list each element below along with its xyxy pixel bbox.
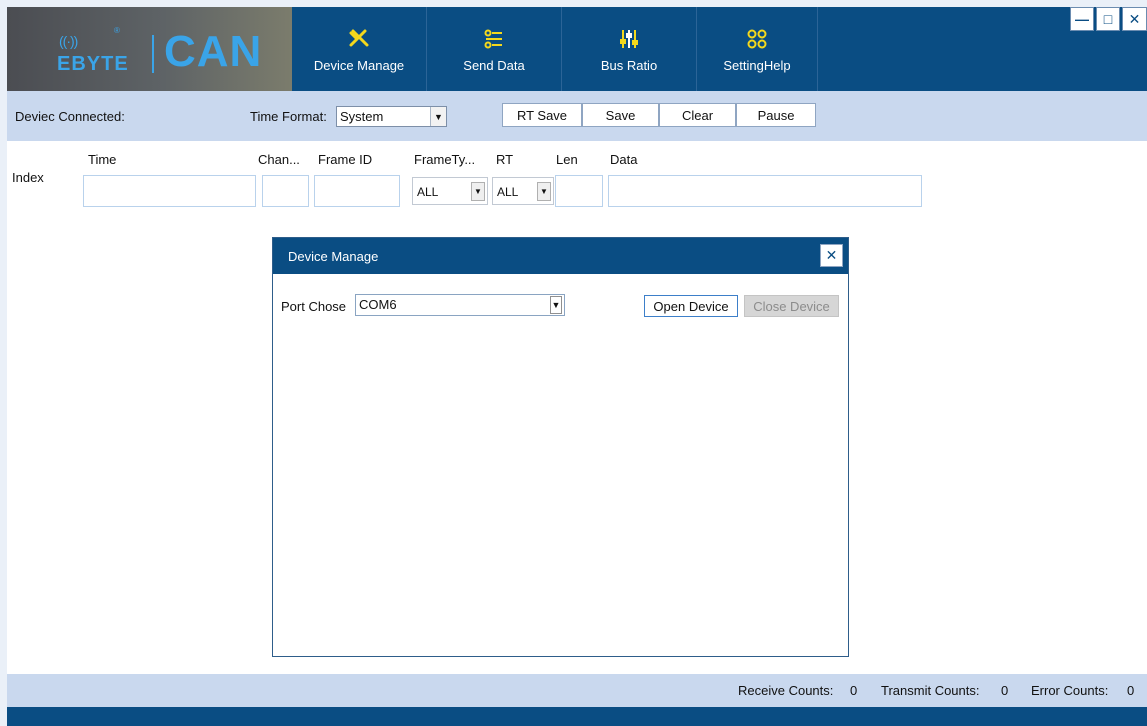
maximize-button[interactable]: □	[1096, 7, 1120, 31]
receive-counts-label: Receive Counts:	[738, 683, 834, 698]
minimize-button[interactable]: —	[1070, 7, 1094, 31]
device-manage-dialog: Device Manage ✕ Port Chose COM6 ▼ Open D…	[272, 237, 849, 657]
column-header-data: Data	[610, 152, 638, 167]
list-icon	[483, 26, 505, 52]
nav-device-manage-button[interactable]: Device Manage	[292, 7, 426, 91]
receive-counts-value: 0	[850, 683, 858, 698]
nav-divider	[817, 7, 818, 91]
open-device-button[interactable]: Open Device	[644, 295, 738, 317]
rt-value: ALL	[497, 185, 519, 199]
device-connected-label: Deviec Connected:	[15, 109, 125, 124]
time-format-value: System	[340, 109, 384, 124]
column-header-frame-id: Frame ID	[318, 152, 373, 167]
error-counts-label: Error Counts:	[1031, 683, 1109, 698]
nav-setting-help-button[interactable]: SettingHelp	[697, 7, 817, 91]
data-filter-input[interactable]	[608, 175, 922, 207]
nav-bus-ratio-button[interactable]: Bus Ratio	[562, 7, 696, 91]
logo: ((·)) ® EBYTE CAN	[7, 7, 292, 91]
pause-button[interactable]: Pause	[736, 103, 816, 127]
logo-separator	[152, 35, 154, 73]
clear-button[interactable]: Clear	[659, 103, 736, 127]
top-header: ((·)) ® EBYTE CAN Device Manage Send Dat…	[7, 7, 1147, 91]
time-filter-input[interactable]	[83, 175, 256, 207]
dialog-title-bar: Device Manage ✕	[273, 238, 848, 274]
error-counts-value: 0	[1127, 683, 1135, 698]
logo-product: CAN	[164, 27, 263, 76]
chevron-down-icon: ▼	[430, 107, 446, 126]
index-label: Index	[12, 170, 44, 185]
column-header-frame-type: FrameTy...	[414, 152, 476, 167]
rt-filter-select[interactable]: ALL ▼	[492, 177, 554, 205]
port-chose-label: Port Chose	[281, 299, 347, 314]
signal-icon: ((·))	[59, 33, 78, 49]
nav-label: Bus Ratio	[600, 57, 658, 73]
frame-type-value: ALL	[417, 185, 439, 199]
rt-save-button[interactable]: RT Save	[502, 103, 582, 127]
logo-registered-mark: ®	[114, 26, 120, 35]
nav-label: Device Manage	[313, 57, 405, 73]
chevron-down-icon: ▼	[537, 182, 551, 201]
frame-type-filter-select[interactable]: ALL ▼	[412, 177, 488, 205]
logo-brand: EBYTE	[57, 53, 129, 75]
len-filter-input[interactable]	[555, 175, 603, 207]
save-button[interactable]: Save	[582, 103, 659, 127]
tools-icon	[348, 26, 370, 52]
settings-help-icon	[746, 26, 768, 52]
column-header-rt: RT	[496, 152, 514, 167]
port-value: COM6	[359, 297, 397, 312]
transmit-counts-label: Transmit Counts:	[881, 683, 980, 698]
toolbar: Deviec Connected: Time Format: System ▼ …	[7, 91, 1147, 141]
nav-send-data-button[interactable]: Send Data	[427, 7, 561, 91]
time-format-select[interactable]: System ▼	[336, 106, 447, 127]
column-header-channel: Chan...	[258, 152, 300, 167]
close-device-button[interactable]: Close Device	[744, 295, 839, 317]
chevron-down-icon: ▼	[471, 182, 485, 201]
column-header-len: Len	[556, 152, 578, 167]
status-bar: Receive Counts: 0 Transmit Counts: 0 Err…	[7, 674, 1147, 707]
dialog-close-button[interactable]: ✕	[820, 244, 843, 267]
nav-label: Send Data	[463, 57, 525, 73]
time-format-label: Time Format:	[250, 109, 327, 124]
bottom-bar	[7, 707, 1147, 726]
channel-filter-input[interactable]	[262, 175, 309, 207]
sliders-icon	[618, 26, 640, 52]
close-window-button[interactable]: ✕	[1122, 7, 1147, 31]
dialog-title: Device Manage	[288, 249, 379, 264]
frame-id-filter-input[interactable]	[314, 175, 400, 207]
transmit-counts-value: 0	[1001, 683, 1009, 698]
column-header-time: Time	[88, 152, 117, 167]
port-select[interactable]: COM6 ▼	[355, 294, 565, 316]
chevron-down-icon: ▼	[550, 296, 562, 314]
nav-label: SettingHelp	[723, 57, 791, 73]
